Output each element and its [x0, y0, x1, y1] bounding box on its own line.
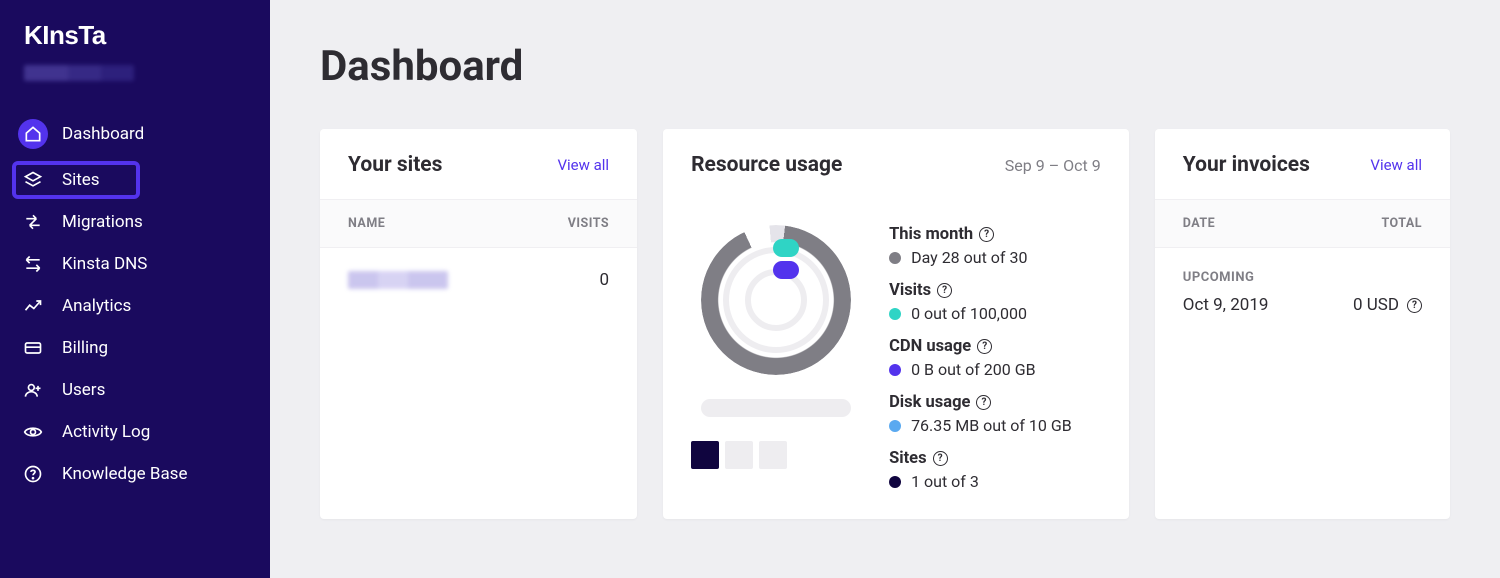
- sidebar-item-label: Dashboard: [62, 124, 144, 144]
- sidebar-item-label: Billing: [62, 338, 108, 358]
- sites-usage-squares: [691, 441, 787, 469]
- migrations-icon: [22, 211, 44, 233]
- help-icon[interactable]: ?: [977, 339, 992, 354]
- stat-this-month: This month? Day 28 out of 30: [889, 225, 1101, 267]
- sites-table-header: NAME VISITS: [320, 200, 637, 248]
- gauge-marker-cdn: [773, 261, 799, 279]
- help-icon[interactable]: ?: [976, 395, 991, 410]
- invoice-row[interactable]: Oct 9, 2019 0 USD ?: [1183, 295, 1422, 315]
- dot-icon: [889, 476, 901, 488]
- resource-card: Resource usage Sep 9 – Oct 9: [663, 129, 1129, 519]
- resource-date-range: Sep 9 – Oct 9: [1005, 156, 1101, 175]
- stat-value: Day 28 out of 30: [911, 248, 1027, 267]
- usage-gauge-chart: [701, 225, 851, 375]
- stat-title-text: Visits: [889, 281, 931, 300]
- sidebar-item-label: Activity Log: [62, 422, 150, 442]
- sidebar-item-dashboard[interactable]: Dashboard: [0, 109, 270, 159]
- sidebar-item-users[interactable]: Users: [0, 369, 270, 411]
- sidebar-item-label: Knowledge Base: [62, 464, 187, 484]
- stat-title-text: Sites: [889, 449, 927, 468]
- sidebar: KInsTa Dashboard Sites Migrations Kinsta…: [0, 0, 270, 578]
- sidebar-item-migrations[interactable]: Migrations: [0, 201, 270, 243]
- site-visits-value: 0: [600, 270, 610, 290]
- stat-value: 0 out of 100,000: [911, 304, 1027, 323]
- help-icon[interactable]: ?: [1407, 298, 1422, 313]
- dot-icon: [889, 420, 901, 432]
- stat-title-text: Disk usage: [889, 393, 970, 412]
- resource-card-title: Resource usage: [691, 153, 842, 177]
- invoices-view-all-link[interactable]: View all: [1370, 156, 1422, 174]
- sidebar-item-sites[interactable]: Sites: [0, 159, 270, 201]
- stat-visits: Visits? 0 out of 100,000: [889, 281, 1101, 323]
- sidebar-item-billing[interactable]: Billing: [0, 327, 270, 369]
- upcoming-label: UPCOMING: [1183, 270, 1422, 285]
- site-name-redacted: [348, 271, 448, 289]
- analytics-icon: [22, 295, 44, 317]
- sidebar-item-label: Migrations: [62, 212, 143, 232]
- cards-row: Your sites View all NAME VISITS 0 Resour…: [320, 129, 1450, 519]
- invoices-card: Your invoices View all DATE TOTAL UPCOMI…: [1155, 129, 1450, 519]
- main-content: Dashboard Your sites View all NAME VISIT…: [270, 0, 1500, 578]
- site-row[interactable]: 0: [320, 248, 637, 312]
- stat-value: 0 B out of 200 GB: [911, 360, 1036, 379]
- stat-title-text: This month: [889, 225, 973, 244]
- dot-icon: [889, 364, 901, 376]
- page-title: Dashboard: [320, 42, 1450, 91]
- dot-icon: [889, 308, 901, 320]
- sidebar-item-knowledge-base[interactable]: Knowledge Base: [0, 453, 270, 495]
- sidebar-item-activity-log[interactable]: Activity Log: [0, 411, 270, 453]
- stat-value: 1 out of 3: [911, 472, 979, 491]
- gauge-marker-visits: [773, 239, 799, 257]
- stat-sites: Sites? 1 out of 3: [889, 449, 1101, 491]
- disk-usage-bar: [701, 399, 851, 417]
- help-icon[interactable]: ?: [979, 227, 994, 242]
- account-name-redacted: [24, 65, 134, 81]
- billing-icon: [22, 337, 44, 359]
- col-name: NAME: [348, 216, 385, 231]
- eye-icon: [22, 421, 44, 443]
- dns-icon: [22, 253, 44, 275]
- help-icon: [22, 463, 44, 485]
- help-icon[interactable]: ?: [937, 283, 952, 298]
- sidebar-nav: Dashboard Sites Migrations Kinsta DNS An…: [0, 101, 270, 503]
- stat-cdn: CDN usage? 0 B out of 200 GB: [889, 337, 1101, 379]
- invoice-total: 0 USD: [1353, 295, 1399, 315]
- col-visits: VISITS: [568, 216, 609, 231]
- sidebar-item-label: Users: [62, 380, 105, 400]
- stat-title-text: CDN usage: [889, 337, 971, 356]
- sidebar-item-label: Analytics: [62, 296, 131, 316]
- sites-view-all-link[interactable]: View all: [557, 156, 609, 174]
- col-date: DATE: [1183, 216, 1215, 231]
- sidebar-item-analytics[interactable]: Analytics: [0, 285, 270, 327]
- invoices-card-title: Your invoices: [1183, 153, 1310, 177]
- sites-card: Your sites View all NAME VISITS 0: [320, 129, 637, 519]
- stat-disk: Disk usage? 76.35 MB out of 10 GB: [889, 393, 1101, 435]
- brand-logo: KInsTa: [0, 20, 270, 59]
- users-icon: [22, 379, 44, 401]
- col-total: TOTAL: [1381, 216, 1422, 231]
- invoices-table-header: DATE TOTAL: [1155, 200, 1450, 248]
- dot-icon: [889, 252, 901, 264]
- sidebar-item-kinsta-dns[interactable]: Kinsta DNS: [0, 243, 270, 285]
- sites-card-title: Your sites: [348, 153, 442, 177]
- help-icon[interactable]: ?: [933, 451, 948, 466]
- layers-icon: [22, 169, 44, 191]
- sidebar-item-label: Sites: [62, 170, 100, 190]
- sidebar-item-label: Kinsta DNS: [62, 254, 147, 274]
- home-icon: [18, 119, 48, 149]
- invoice-date: Oct 9, 2019: [1183, 295, 1269, 315]
- stat-value: 76.35 MB out of 10 GB: [911, 416, 1072, 435]
